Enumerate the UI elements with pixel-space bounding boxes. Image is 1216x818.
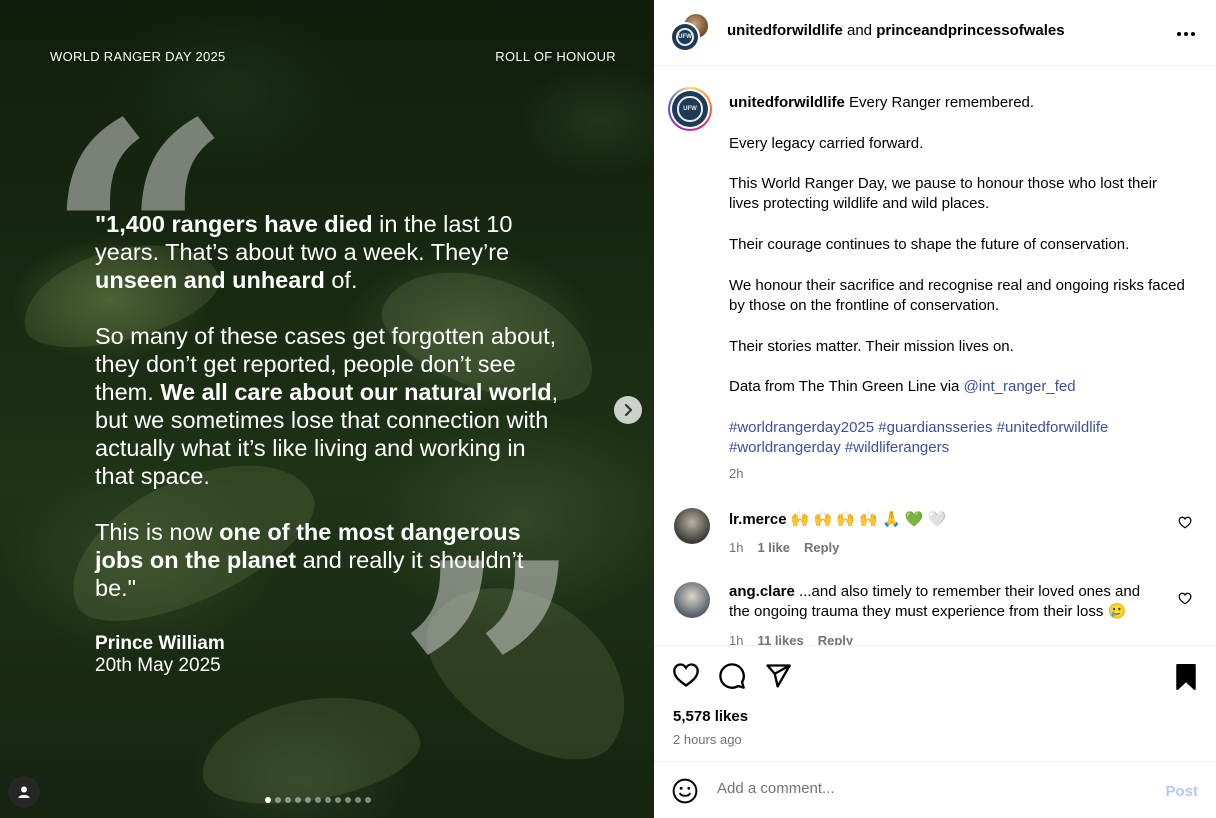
like-heart-icon[interactable] xyxy=(672,662,700,695)
carousel-dot xyxy=(355,797,361,803)
more-options-icon[interactable] xyxy=(1176,20,1196,43)
caption-paragraph: Data from The Thin Green Line via @int_r… xyxy=(729,377,1189,397)
author-link[interactable]: unitedforwildlife xyxy=(727,22,843,39)
caption-username[interactable]: unitedforwildlife xyxy=(729,94,845,111)
comment-likes[interactable]: 1 like xyxy=(757,540,790,555)
collab-avatars[interactable]: UFW xyxy=(670,12,712,54)
caption-span: Data from The Thin Green Line via xyxy=(729,378,964,396)
carousel-dot xyxy=(365,797,371,803)
carousel-dot xyxy=(295,797,301,803)
avatar: UFW xyxy=(670,22,700,52)
reply-button[interactable]: Reply xyxy=(804,540,839,555)
post-panel: UFW unitedforwildlife and princeandprinc… xyxy=(654,0,1216,818)
comment-input[interactable] xyxy=(717,780,1137,797)
author-link[interactable]: princeandprincessofwales xyxy=(876,22,1064,39)
caption-span: Every Ranger remembered. xyxy=(844,94,1035,111)
comments-scroll-area[interactable]: UFW unitedforwildlife Every Ranger remem… xyxy=(654,67,1216,645)
comment-meta: 1h 11 likes Reply xyxy=(729,631,1159,645)
caption-paragraph: Every legacy carried forward. xyxy=(729,134,924,152)
hashtag-links[interactable]: #worldrangerday #wildliferangers xyxy=(729,439,949,456)
hashtag-links[interactable]: #worldrangerday2025 #guardiansseries #un… xyxy=(729,419,1108,436)
comment-text: 🙌 🙌 🙌 🙌 🙏 💚 🤍 xyxy=(786,511,947,528)
comment-body: lr.merce 🙌 🙌 🙌 🙌 🙏 💚 🤍 1h 1 like Reply xyxy=(729,510,1159,559)
caption-paragraph: Their courage continues to shape the fut… xyxy=(729,236,1130,254)
quote-text: "1,400 rangers have died in the last 10 … xyxy=(95,210,565,630)
comment-username[interactable]: ang.clare xyxy=(729,583,795,600)
attribution-name: Prince William xyxy=(95,633,225,654)
post-authors: unitedforwildlife and princeandprincesso… xyxy=(727,22,1065,39)
reply-button[interactable]: Reply xyxy=(818,633,853,645)
caption-paragraph: Their stories matter. Their mission live… xyxy=(729,337,1014,355)
quote-span: of. xyxy=(324,267,358,293)
carousel-dot xyxy=(315,797,321,803)
carousel-dot xyxy=(325,797,331,803)
caption-paragraph: unitedforwildlife Every Ranger remembere… xyxy=(729,93,1189,113)
comment-time[interactable]: 1h xyxy=(729,540,743,555)
post-actions: 5,578 likes 2 hours ago xyxy=(654,645,1216,761)
attribution-date: 20th May 2025 xyxy=(95,655,221,676)
mention-link[interactable]: @int_ranger_fed xyxy=(964,378,1076,395)
post-header: UFW unitedforwildlife and princeandprinc… xyxy=(654,0,1216,66)
post-comment-button[interactable]: Post xyxy=(1165,783,1198,800)
carousel-next-button[interactable] xyxy=(614,396,642,424)
action-icons xyxy=(672,662,792,695)
quote-paragraph: This is now one of the most dangerous jo… xyxy=(95,518,565,602)
caption-text: unitedforwildlife Every Ranger remembere… xyxy=(729,93,1189,485)
saved-bookmark-icon[interactable] xyxy=(1174,664,1198,695)
carousel-dot xyxy=(265,797,271,803)
quote-emphasis: We all care about our natural world xyxy=(160,379,552,405)
add-comment-bar: Post xyxy=(654,761,1216,818)
emoji-smiley-icon[interactable] xyxy=(672,778,698,809)
carousel-indicator xyxy=(265,797,371,803)
caption-time[interactable]: 2h xyxy=(729,464,1189,484)
authors-joiner: and xyxy=(842,22,877,39)
comment-body: ang.clare ...and also timely to remember… xyxy=(729,582,1159,645)
comment-username[interactable]: lr.merce xyxy=(729,511,787,528)
avatar[interactable] xyxy=(674,508,710,544)
quote-emphasis: unseen and unheard xyxy=(95,267,325,293)
share-send-icon[interactable] xyxy=(764,662,792,695)
post-time[interactable]: 2 hours ago xyxy=(673,732,742,747)
comment-meta: 1h 1 like Reply xyxy=(729,538,1159,558)
image-header-right: ROLL OF HONOUR xyxy=(495,49,616,64)
carousel-dot xyxy=(335,797,341,803)
carousel-dot xyxy=(275,797,281,803)
carousel-dot xyxy=(305,797,311,803)
united-for-wildlife-logo: UFW xyxy=(672,91,708,127)
quote-paragraph: So many of these cases get forgotten abo… xyxy=(95,322,565,490)
caption-paragraph: We honour their sacrifice and recognise … xyxy=(729,276,1185,314)
logo-ring: UFW xyxy=(675,27,695,47)
hashtags: #worldrangerday2025 #guardiansseries #un… xyxy=(729,418,1189,459)
carousel-dot xyxy=(345,797,351,803)
quote-paragraph: "1,400 rangers have died in the last 10 … xyxy=(95,210,565,294)
avatar[interactable] xyxy=(674,582,710,618)
quote-emphasis: "1,400 rangers have died xyxy=(95,211,373,237)
chevron-right-icon xyxy=(624,403,633,417)
like-comment-heart-icon[interactable] xyxy=(1178,592,1192,610)
tagged-users-button[interactable] xyxy=(8,776,40,808)
comment-bubble-icon[interactable] xyxy=(718,662,746,695)
united-for-wildlife-logo: UFW xyxy=(672,24,698,50)
logo-ring: UFW xyxy=(677,96,703,122)
quote-span: This is now xyxy=(95,519,220,545)
carousel-dot xyxy=(285,797,291,803)
post-image: WORLD RANGER DAY 2025 ROLL OF HONOUR “ ”… xyxy=(0,0,654,818)
avatar[interactable]: UFW xyxy=(668,87,712,131)
likes-count[interactable]: 5,578 likes xyxy=(673,708,748,725)
avatar-inner: UFW xyxy=(670,89,710,129)
quote-attribution: Prince William 20th May 2025 xyxy=(95,633,225,677)
like-comment-heart-icon[interactable] xyxy=(1178,516,1192,534)
user-icon xyxy=(18,786,30,798)
comment-time[interactable]: 1h xyxy=(729,633,743,645)
comment-likes[interactable]: 11 likes xyxy=(757,633,803,645)
caption-paragraph: This World Ranger Day, we pause to honou… xyxy=(729,175,1157,213)
